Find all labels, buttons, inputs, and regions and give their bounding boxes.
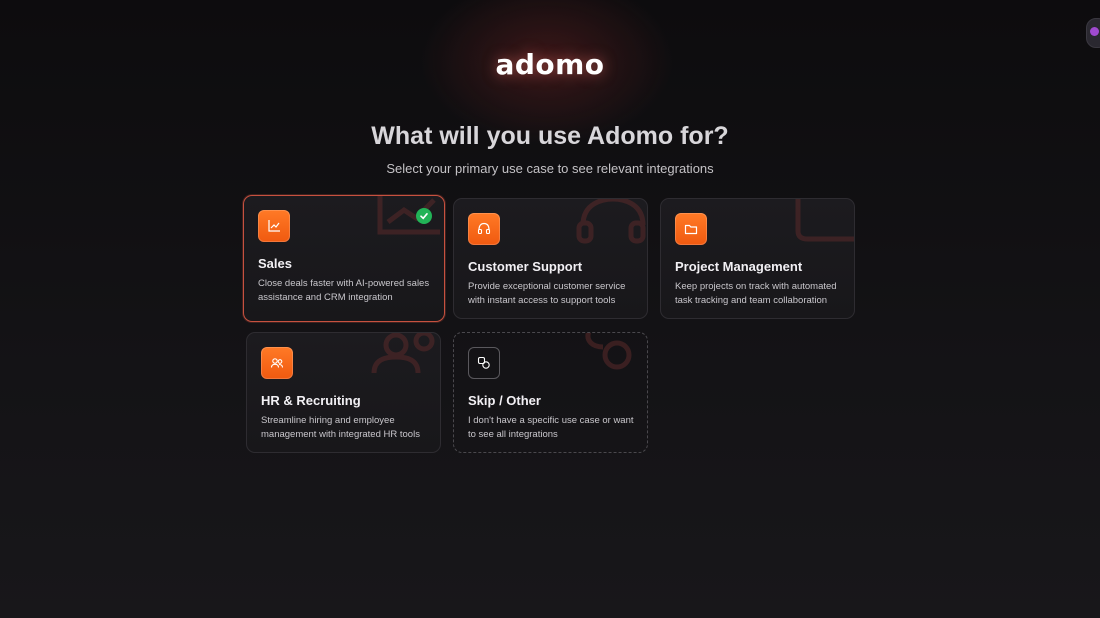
chart-line-icon [258, 210, 290, 242]
card-title: Skip / Other [468, 393, 541, 408]
users-icon [261, 347, 293, 379]
card-description: Close deals faster with AI-powered sales… [258, 278, 430, 303]
card-description: Provide exceptional customer service wit… [468, 281, 626, 306]
headset-icon [468, 213, 500, 245]
decorative-folder-icon [795, 199, 854, 242]
card-description: Keep projects on track with automated ta… [675, 281, 837, 306]
decorative-chart-icon [377, 196, 440, 235]
card-title: Sales [258, 256, 292, 271]
page-title: What will you use Adomo for? [371, 122, 729, 150]
use-case-card-hr-recruiting[interactable]: HR & Recruiting Streamline hiring and em… [246, 332, 441, 453]
use-case-card-skip-other[interactable]: Skip / Other I don't have a specific use… [453, 332, 648, 453]
user-avatar[interactable] [1086, 18, 1100, 48]
folder-icon [675, 213, 707, 245]
shapes-icon [468, 347, 500, 379]
decorative-users-icon [371, 333, 435, 374]
use-case-card-customer-support[interactable]: Customer Support Provide exceptional cus… [453, 198, 648, 319]
decorative-shapes-icon [585, 333, 632, 370]
card-title: HR & Recruiting [261, 393, 361, 408]
page-subtitle: Select your primary use case to see rele… [386, 161, 714, 176]
selected-check-icon [416, 208, 432, 224]
use-case-card-sales[interactable]: Sales Close deals faster with AI-powered… [243, 195, 445, 322]
adomo-logo: adomo [495, 48, 605, 81]
use-case-card-project-management[interactable]: Project Management Keep projects on trac… [660, 198, 855, 319]
card-description: I don't have a specific use case or want… [468, 415, 634, 440]
card-description: Streamline hiring and employee managemen… [261, 415, 420, 440]
card-title: Project Management [675, 259, 803, 274]
decorative-headset-icon [576, 199, 646, 244]
card-title: Customer Support [468, 259, 583, 274]
